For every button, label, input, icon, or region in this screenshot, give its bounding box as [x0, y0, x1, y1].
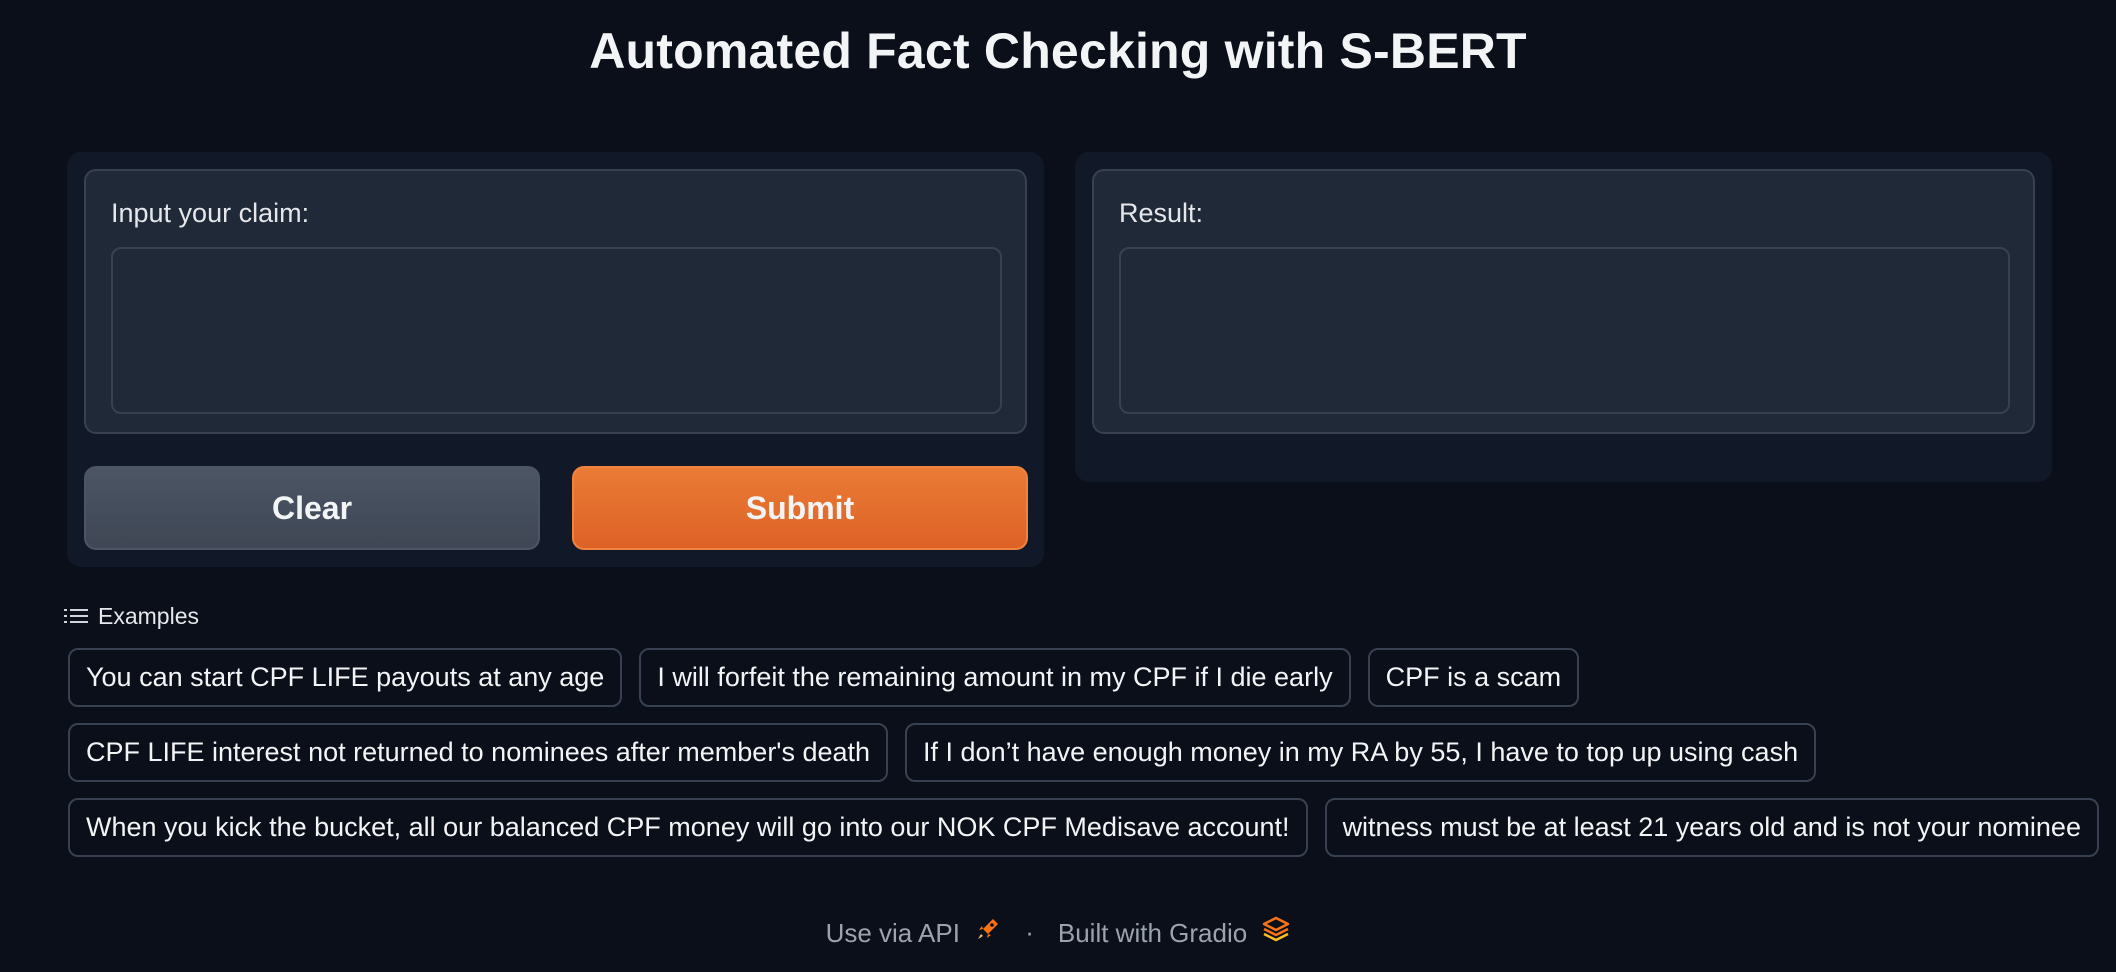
result-output[interactable]: [1119, 247, 2010, 414]
submit-button[interactable]: Submit: [572, 466, 1028, 550]
examples-row: CPF LIFE interest not returned to nomine…: [68, 723, 1817, 782]
example-chip[interactable]: witness must be at least 21 years old an…: [1324, 798, 2099, 857]
use-via-api-label: Use via API: [825, 918, 960, 948]
footer: Use via API · Built with Gradio: [0, 916, 2116, 949]
clear-button[interactable]: Clear: [84, 466, 540, 550]
rocket-icon: [975, 916, 1001, 942]
example-chip[interactable]: I will forfeit the remaining amount in m…: [639, 648, 1351, 707]
examples-header: Examples: [64, 601, 199, 631]
example-chip[interactable]: When you kick the bucket, all our balanc…: [68, 798, 1308, 857]
footer-separator: ·: [1025, 917, 1034, 947]
claim-input-label: Input your claim:: [111, 198, 310, 228]
page-title: Automated Fact Checking with S-BERT: [589, 23, 1527, 79]
result-output-block: Result:: [1092, 169, 2035, 434]
built-with-gradio-label: Built with Gradio: [1057, 918, 1248, 948]
result-label: Result:: [1119, 198, 1204, 228]
example-chip[interactable]: You can start CPF LIFE payouts at any ag…: [68, 648, 623, 707]
gradio-app: Automated Fact Checking with S-BERT Inpu…: [0, 0, 2116, 972]
example-chip[interactable]: CPF is a scam: [1367, 648, 1580, 707]
claim-input[interactable]: [111, 247, 1002, 414]
example-chip[interactable]: If I don’t have enough money in my RA by…: [905, 723, 1817, 782]
examples-header-label: Examples: [98, 602, 199, 629]
input-column: Input your claim: Clear Submit: [67, 152, 1044, 567]
examples-row: When you kick the bucket, all our balanc…: [68, 798, 2099, 857]
claim-input-block: Input your claim:: [84, 169, 1027, 434]
gradio-logo-icon: [1262, 916, 1290, 942]
use-via-api-link[interactable]: Use via API: [826, 916, 1002, 949]
output-column: Result:: [1075, 152, 2052, 482]
built-with-gradio-link[interactable]: Built with Gradio: [1058, 916, 1291, 949]
list-icon: [64, 608, 88, 624]
example-chip[interactable]: CPF LIFE interest not returned to nomine…: [68, 723, 889, 782]
examples-row: You can start CPF LIFE payouts at any ag…: [68, 648, 1580, 707]
